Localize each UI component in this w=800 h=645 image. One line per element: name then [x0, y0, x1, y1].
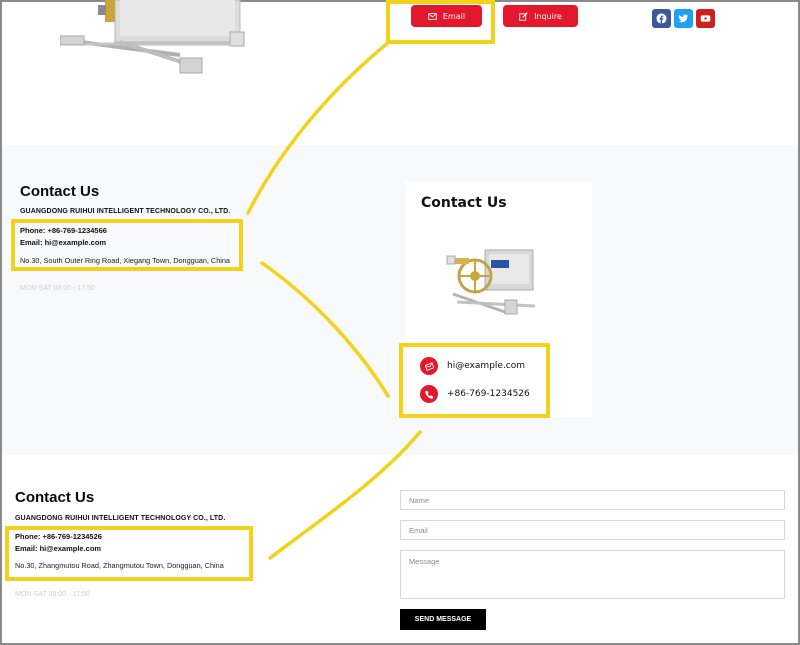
- machine-image-card: [446, 249, 536, 315]
- section2-company: GUANGDONG RUIHUI INTELLIGENT TECHNOLOGY …: [15, 515, 226, 522]
- edit-icon: [519, 11, 528, 21]
- inquire-button-label: Inquire: [534, 11, 562, 21]
- section2-hours: MON-SAT 08:00 - 17:50: [15, 591, 90, 598]
- highlight-box-section2: [5, 526, 253, 581]
- section1-hours: MON-SAT 08:00 - 17:50: [20, 285, 95, 292]
- highlight-box-email-button: [386, 0, 495, 44]
- section2-title: Contact Us: [15, 489, 95, 506]
- youtube-icon: [700, 15, 711, 22]
- machine-image-top: [60, 0, 245, 74]
- email-input[interactable]: Email: [400, 520, 785, 540]
- section1-company: GUANGDONG RUIHUI INTELLIGENT TECHNOLOGY …: [20, 208, 231, 215]
- inquire-button[interactable]: Inquire: [503, 5, 578, 27]
- youtube-button[interactable]: [696, 9, 715, 28]
- highlight-box-card: [399, 343, 550, 418]
- name-input[interactable]: Name: [400, 490, 785, 510]
- highlight-box-section1: [11, 219, 243, 271]
- twitter-button[interactable]: [674, 9, 693, 28]
- section1-title: Contact Us: [20, 183, 100, 200]
- send-message-button[interactable]: SEND MESSAGE: [400, 609, 486, 630]
- facebook-button[interactable]: [652, 9, 671, 28]
- twitter-icon: [678, 14, 689, 23]
- card-title: Contact Us: [421, 195, 507, 211]
- message-textarea[interactable]: Message: [400, 550, 785, 599]
- facebook-icon: [656, 13, 667, 24]
